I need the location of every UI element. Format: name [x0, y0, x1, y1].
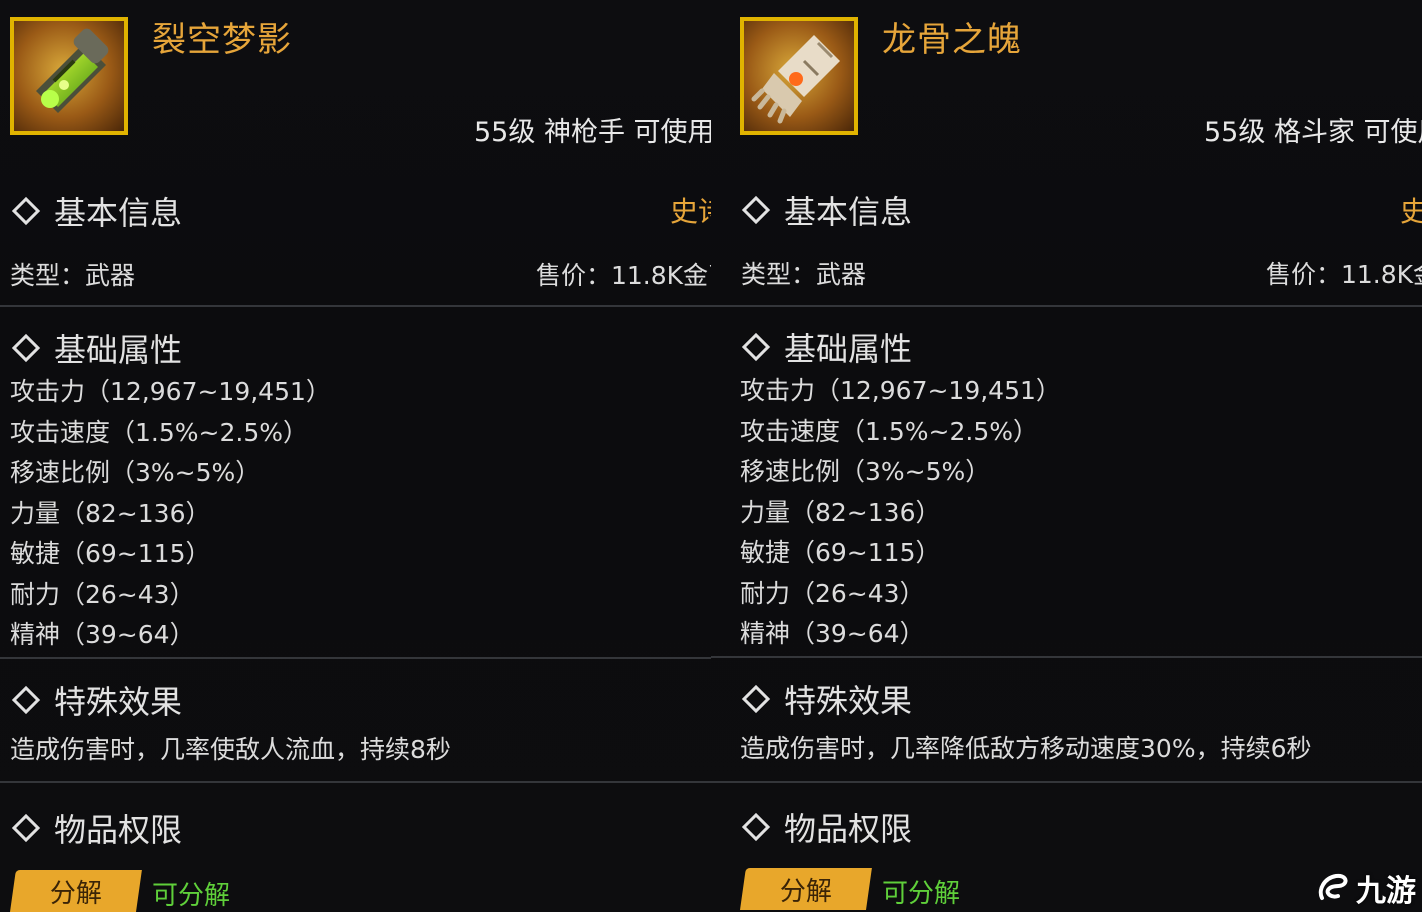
divider — [711, 656, 1422, 658]
price-line: 售价：11.8K金币 — [1266, 260, 1422, 289]
item-icon[interactable] — [10, 17, 128, 135]
section-base-attributes: 基础属性 — [10, 325, 182, 371]
type-line: 类型：武器 — [10, 261, 136, 290]
rarity-label: 史诗 — [1400, 195, 1422, 228]
section-item-permission: 物品权限 — [740, 804, 912, 850]
section-basic-info: 基本信息 — [740, 187, 912, 233]
decompose-status: 可分解 — [152, 881, 231, 911]
stat-strength: 力量（82~136） — [10, 498, 211, 528]
type-line: 类型：武器 — [741, 260, 867, 289]
stat-move-speed: 移速比例（3%~5%） — [740, 457, 991, 486]
stat-agility: 敏捷（69~115） — [740, 538, 941, 567]
diamond-icon — [741, 195, 771, 225]
section-special-effect: 特殊效果 — [740, 676, 912, 722]
section-title: 物品权限 — [54, 811, 183, 849]
diamond-icon — [741, 332, 771, 362]
price-line: 售价：11.8K金币 — [536, 261, 711, 290]
item-name: 裂空梦影 — [152, 20, 292, 60]
stat-agility: 敏捷（69~115） — [10, 539, 211, 568]
special-effect-text: 造成伤害时，几率使敌人流血，持续8秒 — [10, 735, 451, 764]
diamond-icon — [11, 196, 41, 226]
diamond-icon — [11, 813, 41, 843]
diamond-icon — [741, 812, 771, 842]
section-special-effect: 特殊效果 — [10, 677, 182, 723]
special-effect-text: 造成伤害时，几率降低敌方移动速度30%，持续6秒 — [740, 734, 1312, 763]
item-tooltip-right: 龙骨之魄 55级 格斗家 可使用 基本信息 史诗 类型：武器 售价：11.8K金… — [711, 0, 1422, 912]
divider — [0, 781, 711, 783]
section-basic-info: 基本信息 — [10, 188, 182, 234]
section-item-permission: 物品权限 — [10, 805, 182, 851]
diamond-icon — [11, 685, 41, 715]
divider — [0, 657, 711, 659]
section-title: 基本信息 — [54, 194, 183, 232]
stat-stamina: 耐力（26~43） — [740, 578, 925, 608]
section-base-attributes: 基础属性 — [740, 324, 912, 370]
divider — [0, 305, 711, 307]
green-gauntlet-icon — [36, 28, 109, 113]
decompose-button[interactable]: 分解 — [10, 870, 142, 912]
stat-spirit: 精神（39~64） — [10, 620, 195, 649]
divider — [711, 781, 1422, 783]
item-tooltip-left: 裂空梦影 55级 神枪手 可使用 基本信息 史诗 类型：武器 售价：11.8K金… — [0, 0, 711, 912]
section-title: 基础属性 — [784, 330, 913, 368]
requirement-text: 55级 格斗家 可使用 — [1204, 117, 1422, 148]
bone-gauntlet-icon — [751, 35, 840, 124]
stat-attack: 攻击力（12,967~19,451） — [10, 377, 331, 406]
decompose-button-label: 分解 — [779, 876, 832, 907]
section-title: 基础属性 — [54, 331, 183, 369]
rarity-label: 史诗 — [670, 195, 711, 228]
jiuyou-logo-icon — [1318, 873, 1348, 900]
requirement-text: 55级 神枪手 可使用 — [474, 117, 711, 148]
decompose-status: 可分解 — [882, 879, 961, 909]
section-title: 物品权限 — [784, 810, 913, 848]
diamond-icon — [741, 684, 771, 714]
stat-list: 攻击力（12,967~19,451） 攻击速度（1.5%~2.5%） 移速比例（… — [10, 372, 331, 656]
decompose-button-label: 分解 — [49, 878, 102, 909]
divider — [711, 305, 1422, 307]
stat-move-speed: 移速比例（3%~5%） — [10, 458, 261, 487]
stat-attack: 攻击力（12,967~19,451） — [740, 376, 1061, 405]
stat-strength: 力量（82~136） — [740, 497, 941, 527]
decompose-button[interactable]: 分解 — [740, 868, 872, 910]
stat-attack-speed: 攻击速度（1.5%~2.5%） — [10, 417, 308, 447]
item-name: 龙骨之魄 — [882, 20, 1022, 60]
diamond-icon — [11, 333, 41, 363]
section-title: 特殊效果 — [784, 682, 913, 720]
stat-spirit: 精神（39~64） — [740, 619, 925, 648]
section-title: 特殊效果 — [54, 683, 183, 721]
stat-attack-speed: 攻击速度（1.5%~2.5%） — [740, 416, 1038, 446]
jiuyou-watermark: 九游 — [1314, 866, 1416, 910]
stat-list: 攻击力（12,967~19,451） 攻击速度（1.5%~2.5%） 移速比例（… — [740, 371, 1061, 655]
watermark-text: 九游 — [1356, 874, 1416, 909]
item-icon[interactable] — [740, 17, 858, 135]
stat-stamina: 耐力（26~43） — [10, 579, 195, 609]
section-title: 基本信息 — [784, 193, 913, 231]
